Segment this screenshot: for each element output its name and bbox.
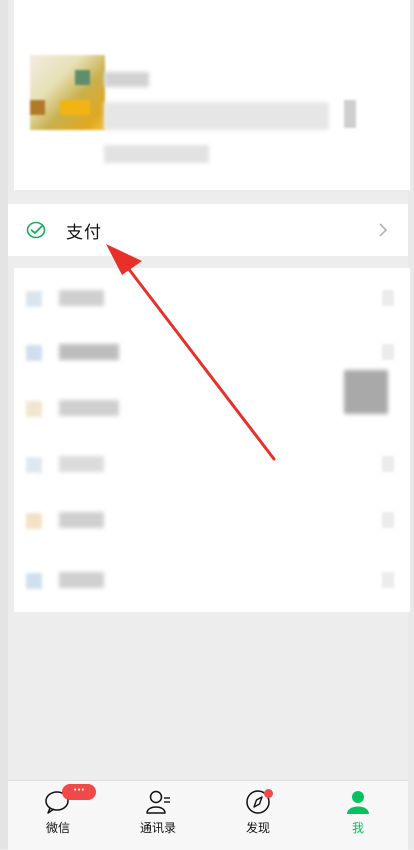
tab-chats[interactable]: ··· 微信 <box>18 784 98 843</box>
avatar[interactable] <box>30 55 105 130</box>
payment-row[interactable]: 支付 <box>8 204 408 256</box>
left-edge <box>0 0 8 849</box>
profile-id <box>104 102 329 130</box>
profile-card[interactable] <box>14 0 410 190</box>
tab-me[interactable]: 我 <box>318 787 398 843</box>
tab-label: 通讯录 <box>139 821 176 835</box>
tab-label: 微信 <box>45 821 70 835</box>
profile-name <box>104 72 149 87</box>
payment-label: 支付 <box>66 222 102 243</box>
me-icon <box>344 789 372 815</box>
tab-discover[interactable]: 发现 <box>218 787 298 843</box>
list-item[interactable] <box>14 276 410 320</box>
thumbnail-image <box>344 370 388 414</box>
list-item[interactable] <box>14 330 410 374</box>
tab-label: 发现 <box>245 821 270 835</box>
list-item[interactable] <box>14 498 410 542</box>
profile-status[interactable] <box>104 145 209 163</box>
contacts-icon <box>144 789 172 815</box>
list-item[interactable] <box>14 558 410 602</box>
unread-badge: ··· <box>62 784 96 800</box>
wallet-check-icon <box>26 220 46 240</box>
qr-code-icon[interactable] <box>344 100 356 128</box>
compass-icon <box>244 789 273 815</box>
list-item[interactable] <box>14 442 410 486</box>
tab-contacts[interactable]: 通讯录 <box>118 787 198 843</box>
tab-label: 我 <box>351 821 364 835</box>
tab-bar: ··· 微信 通讯录 发现 我 <box>8 780 408 850</box>
empty-area <box>8 612 408 780</box>
chat-icon: ··· <box>44 784 96 815</box>
settings-list <box>14 268 410 612</box>
chevron-right-icon <box>376 220 390 240</box>
notification-dot <box>264 789 273 798</box>
